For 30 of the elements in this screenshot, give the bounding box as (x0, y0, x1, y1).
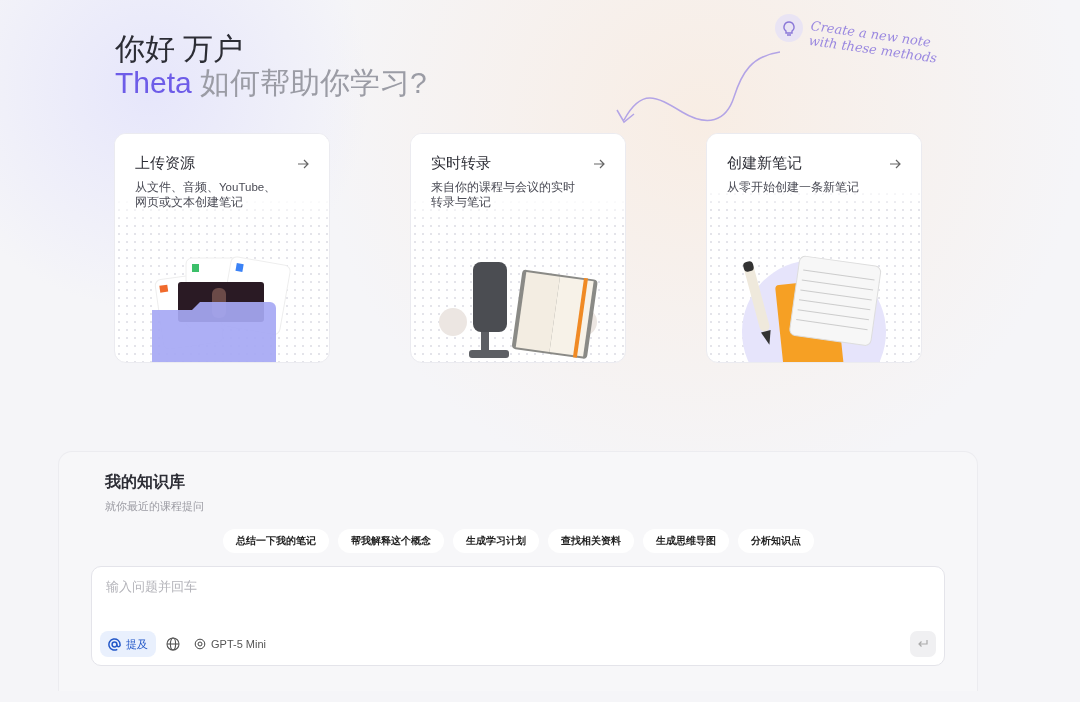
suggestion-chip[interactable]: 查找相关资料 (547, 529, 634, 553)
suggestion-chip[interactable]: 生成学习计划 (452, 529, 539, 553)
model-selector[interactable]: GPT-5 Mini (190, 638, 270, 650)
card-description: 来自你的课程与会议的实时转录与笔记 (431, 180, 576, 210)
suggestion-chip[interactable]: 生成思维导图 (642, 529, 729, 553)
feature-card[interactable]: 上传资源 从文件、音频、YouTube、网页或文本创建笔记 (114, 133, 330, 363)
card-description: 从零开始创建一条新笔记 (727, 180, 860, 195)
globe-icon[interactable] (166, 637, 180, 651)
card-title: 上传资源 (135, 154, 195, 173)
card-description: 从文件、音频、YouTube、网页或文本创建笔记 (135, 180, 278, 210)
section-subtitle: 就你最近的课程提问 (105, 499, 205, 514)
card-title: 实时转录 (431, 154, 491, 173)
arrow-right-icon (297, 158, 309, 169)
greeting-subtitle: Theta 如何帮助你学习? (115, 66, 427, 100)
mention-button[interactable]: 提及 (100, 631, 156, 657)
suggestion-chip[interactable]: 帮我解释这个概念 (337, 529, 444, 553)
section-title: 我的知识库 (105, 472, 186, 492)
feature-card[interactable]: 创建新笔记 从零开始创建一条新笔记 (706, 133, 922, 363)
suggestion-chip[interactable]: 总结一下我的笔记 (222, 529, 329, 553)
model-icon (194, 638, 206, 650)
card-title: 创建新笔记 (727, 154, 802, 173)
enter-icon (917, 639, 929, 649)
feature-card[interactable]: 实时转录 来自你的课程与会议的实时转录与笔记 (410, 133, 626, 363)
arrow-right-icon (889, 158, 901, 169)
suggestion-chip[interactable]: 分析知识点 (737, 529, 814, 553)
greeting-title: 你好 万户 (115, 32, 244, 66)
question-field[interactable]: 输入问题并回车 提及 GPT-5 Mini (91, 566, 945, 666)
arrow-right-icon (593, 158, 605, 169)
at-icon (108, 637, 121, 651)
lightbulb-icon (775, 14, 803, 42)
